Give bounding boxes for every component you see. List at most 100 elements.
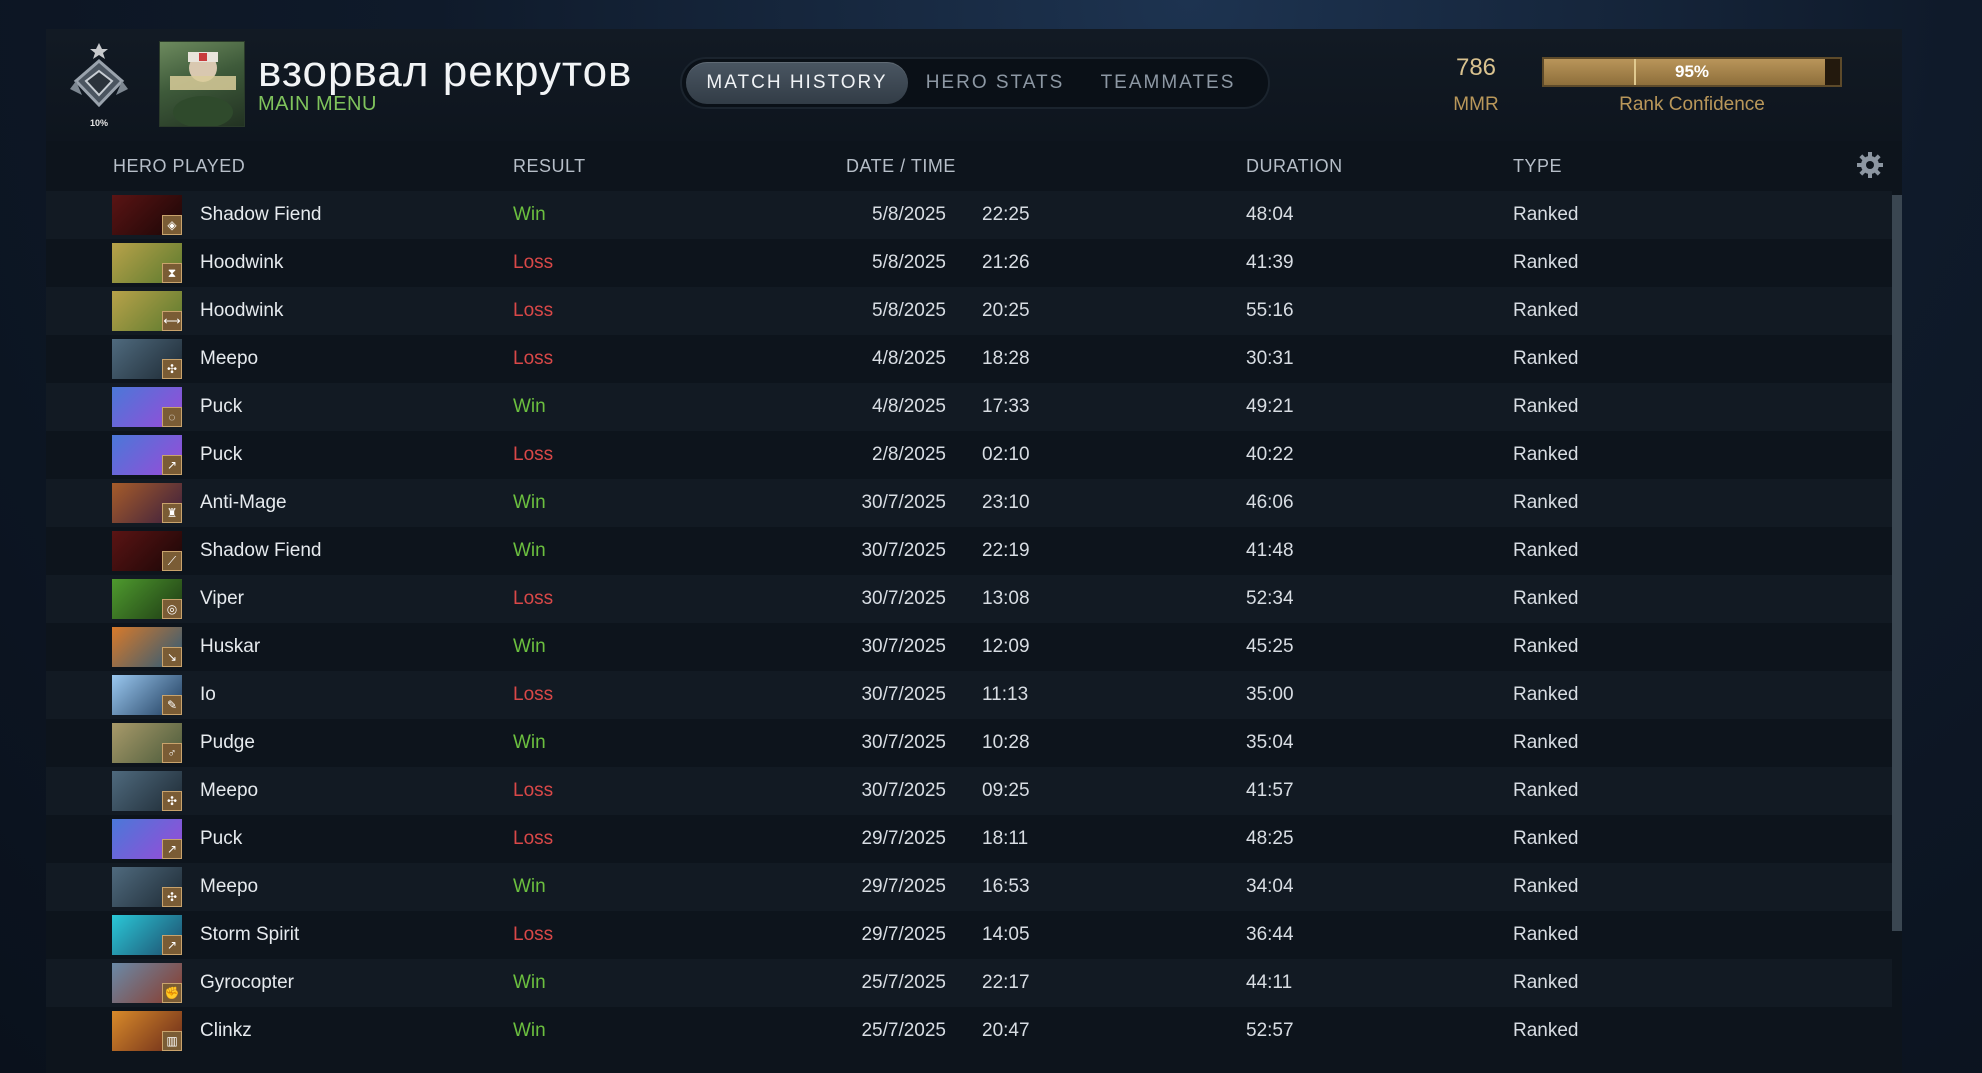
match-duration: 40:22 bbox=[1246, 444, 1294, 465]
match-result: Win bbox=[513, 540, 546, 561]
table-row[interactable]: ♂ Pudge Win 30/7/2025 10:28 35:04 Ranked bbox=[46, 719, 1892, 767]
tower-icon: ♜ bbox=[162, 503, 182, 523]
chart-icon: ▥ bbox=[162, 1031, 182, 1051]
hero-name: Huskar bbox=[200, 636, 261, 657]
table-row[interactable]: ✣ Meepo Win 29/7/2025 16:53 34:04 Ranked bbox=[46, 863, 1892, 911]
gear-icon[interactable] bbox=[1856, 151, 1884, 179]
match-result: Loss bbox=[513, 444, 554, 465]
hero-portrait: ♜ bbox=[112, 483, 182, 523]
match-result: Win bbox=[513, 492, 546, 513]
match-duration: 48:25 bbox=[1246, 828, 1294, 849]
match-type: Ranked bbox=[1513, 876, 1579, 897]
swirl-icon: ◌ bbox=[162, 407, 182, 427]
scrollbar-thumb[interactable] bbox=[1892, 195, 1902, 931]
table-row[interactable]: ✣ Meepo Loss 30/7/2025 09:25 41:57 Ranked bbox=[46, 767, 1892, 815]
match-time: 12:09 bbox=[982, 636, 1030, 657]
match-type: Ranked bbox=[1513, 1020, 1579, 1041]
match-duration: 49:21 bbox=[1246, 396, 1294, 417]
cluster-icon: ✣ bbox=[162, 791, 182, 811]
hero-name: Hoodwink bbox=[200, 252, 284, 273]
hourglass-icon: ⧗ bbox=[162, 263, 182, 283]
match-duration: 48:04 bbox=[1246, 204, 1294, 225]
match-duration: 41:57 bbox=[1246, 780, 1294, 801]
match-time: 10:28 bbox=[982, 732, 1030, 753]
match-time: 11:13 bbox=[982, 684, 1029, 705]
match-time: 18:11 bbox=[982, 828, 1029, 849]
match-result: Win bbox=[513, 204, 546, 225]
match-type: Ranked bbox=[1513, 444, 1579, 465]
hero-name: Puck bbox=[200, 444, 243, 465]
match-time: 18:28 bbox=[982, 348, 1030, 369]
match-date: 30/7/2025 bbox=[861, 684, 946, 705]
hero-name: Viper bbox=[200, 588, 245, 609]
match-type: Ranked bbox=[1513, 348, 1579, 369]
match-date: 2/8/2025 bbox=[872, 444, 946, 465]
column-header-datetime[interactable]: DATE / TIME bbox=[846, 156, 956, 177]
table-row[interactable]: ⧗ Hoodwink Loss 5/8/2025 21:26 41:39 Ranked bbox=[46, 239, 1892, 287]
match-date: 30/7/2025 bbox=[861, 492, 946, 513]
match-duration: 41:48 bbox=[1246, 540, 1294, 561]
match-duration: 30:31 bbox=[1246, 348, 1294, 369]
column-header-type[interactable]: TYPE bbox=[1513, 156, 1562, 177]
table-row[interactable]: ◎ Viper Loss 30/7/2025 13:08 52:34 Ranked bbox=[46, 575, 1892, 623]
column-header-duration[interactable]: DURATION bbox=[1246, 156, 1343, 177]
table-row[interactable]: ↘ Huskar Win 30/7/2025 12:09 45:25 Ranked bbox=[46, 623, 1892, 671]
rank-confidence-bar: 95% bbox=[1542, 57, 1842, 87]
tab-hero-stats[interactable]: HERO STATS bbox=[922, 62, 1068, 104]
match-type: Ranked bbox=[1513, 636, 1579, 657]
match-time: 22:25 bbox=[982, 204, 1030, 225]
hero-portrait: ⟷ bbox=[112, 291, 182, 331]
match-duration: 45:25 bbox=[1246, 636, 1294, 657]
table-row[interactable]: ⟷ Hoodwink Loss 5/8/2025 20:25 55:16 Ranked bbox=[46, 287, 1892, 335]
match-date: 25/7/2025 bbox=[861, 1020, 946, 1041]
match-duration: 52:57 bbox=[1246, 1020, 1294, 1041]
match-type: Ranked bbox=[1513, 252, 1579, 273]
player-avatar[interactable] bbox=[159, 41, 245, 127]
table-row[interactable]: ✣ Meepo Loss 4/8/2025 18:28 30:31 Ranked bbox=[46, 335, 1892, 383]
hero-name: Clinkz bbox=[200, 1020, 252, 1041]
match-result: Win bbox=[513, 876, 546, 897]
target-icon: ◎ bbox=[162, 599, 182, 619]
match-result: Loss bbox=[513, 300, 554, 321]
tab-match-history[interactable]: MATCH HISTORY bbox=[686, 62, 908, 104]
runner-icon: ↗ bbox=[162, 839, 182, 859]
match-result: Loss bbox=[513, 780, 554, 801]
table-row[interactable]: ◌ Puck Win 4/8/2025 17:33 49:21 Ranked bbox=[46, 383, 1892, 431]
match-date: 30/7/2025 bbox=[861, 780, 946, 801]
match-date: 29/7/2025 bbox=[861, 828, 946, 849]
match-date: 5/8/2025 bbox=[872, 252, 946, 273]
table-row[interactable]: ↗ Storm Spirit Loss 29/7/2025 14:05 36:44 Rank… bbox=[46, 911, 1892, 959]
match-type: Ranked bbox=[1513, 972, 1579, 993]
table-row[interactable]: ⟋ Shadow Fiend Win 30/7/2025 22:19 41:48 Ranke… bbox=[46, 527, 1892, 575]
match-date: 25/7/2025 bbox=[861, 972, 946, 993]
hero-name: Anti-Mage bbox=[200, 492, 287, 513]
match-history-panel: 10% взорвал рекрутов MAIN MENU MATCH HIS… bbox=[46, 29, 1902, 1073]
table-row[interactable]: ✊ Gyrocopter Win 25/7/2025 22:17 44:11 Ranked bbox=[46, 959, 1892, 1007]
column-header-result[interactable]: RESULT bbox=[513, 156, 586, 177]
avatar-image-icon bbox=[170, 52, 236, 126]
table-row[interactable]: ↗ Puck Loss 29/7/2025 18:11 48:25 Ranked bbox=[46, 815, 1892, 863]
match-type: Ranked bbox=[1513, 780, 1579, 801]
column-header-hero[interactable]: HERO PLAYED bbox=[113, 156, 245, 177]
hero-name: Meepo bbox=[200, 780, 259, 801]
table-row[interactable]: ▥ Clinkz Win 25/7/2025 20:47 52:57 Ranked bbox=[46, 1007, 1892, 1055]
match-result: Loss bbox=[513, 588, 554, 609]
hero-portrait: ↗ bbox=[112, 915, 182, 955]
match-type: Ranked bbox=[1513, 828, 1579, 849]
hero-portrait: ✣ bbox=[112, 771, 182, 811]
table-row[interactable]: ✎ Io Loss 30/7/2025 11:13 35:00 Ranked bbox=[46, 671, 1892, 719]
match-time: 20:47 bbox=[982, 1020, 1030, 1041]
tab-teammates[interactable]: TEAMMATES bbox=[1078, 62, 1258, 104]
table-row[interactable]: ◈ Shadow Fiend Win 5/8/2025 22:25 48:04 Ranked bbox=[46, 191, 1892, 239]
rank-confidence-label: Rank Confidence bbox=[1619, 94, 1765, 115]
match-date: 30/7/2025 bbox=[861, 732, 946, 753]
table-row[interactable]: ♜ Anti-Mage Win 30/7/2025 23:10 46:06 Ranked bbox=[46, 479, 1892, 527]
table-row[interactable]: ↗ Puck Loss 2/8/2025 02:10 40:22 Ranked bbox=[46, 431, 1892, 479]
match-date: 30/7/2025 bbox=[861, 588, 946, 609]
mmr-value: 786 bbox=[1455, 54, 1497, 81]
wand-icon: ✎ bbox=[162, 695, 182, 715]
main-menu-link[interactable]: MAIN MENU bbox=[258, 93, 377, 116]
match-result: Win bbox=[513, 396, 546, 417]
tab-bar: MATCH HISTORY HERO STATS TEAMMATES bbox=[680, 57, 1270, 109]
hero-name: Io bbox=[200, 684, 216, 705]
